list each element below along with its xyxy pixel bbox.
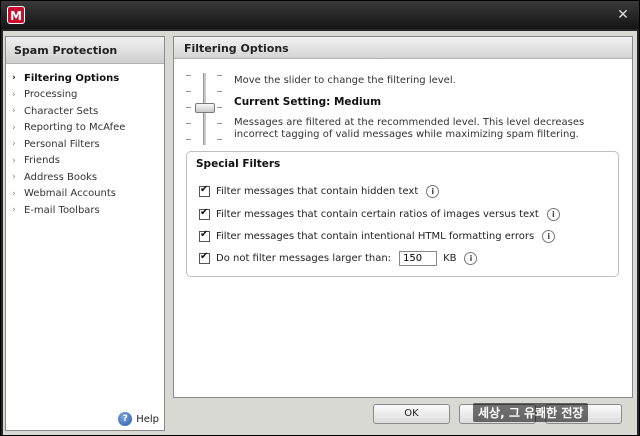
chevron-right-icon: › <box>12 139 16 150</box>
filter-html-errors: Filter messages that contain intentional… <box>199 227 556 245</box>
sidebar-item-label: Personal Filters <box>24 138 100 150</box>
info-icon[interactable]: i <box>546 207 560 221</box>
question-icon: ? <box>118 412 133 426</box>
chevron-right-icon: › <box>12 188 16 199</box>
sidebar-item-filtering-options[interactable]: › Filtering Options <box>6 70 164 87</box>
slider-info: Move the slider to change the filtering … <box>234 75 624 141</box>
size-unit: KB <box>443 252 457 264</box>
title-bar[interactable]: M ✕ <box>1 1 639 29</box>
sidebar-item-label: Filtering Options <box>24 72 120 84</box>
sidebar-item-address-books[interactable]: › Address Books <box>6 169 164 186</box>
filter-label: Filter messages that contain intentional… <box>216 230 535 242</box>
setting-description: Messages are filtered at the recommended… <box>234 117 585 140</box>
sidebar-item-label: Reporting to McAfee <box>24 122 126 134</box>
filter-hidden-text-checkbox[interactable] <box>199 184 210 197</box>
sidebar: Spam Protection › Filtering Options › Proc… <box>5 36 165 431</box>
slider-ticks-right <box>217 73 223 145</box>
message-size-input[interactable] <box>399 250 438 266</box>
sidebar-item-label: Address Books <box>24 171 98 183</box>
info-icon[interactable]: i <box>542 229 556 243</box>
info-icon[interactable]: i <box>464 251 478 265</box>
chevron-right-icon: › <box>12 155 16 166</box>
app-window: M ✕ Spam Protection › Filtering Options ›… <box>0 0 640 436</box>
info-icon[interactable]: i <box>426 184 440 198</box>
sidebar-title: Spam Protection <box>6 37 164 64</box>
sidebar-item-webmail-accounts[interactable]: › Webmail Accounts <box>6 186 164 203</box>
help-label: Help <box>136 413 159 425</box>
chevron-right-icon: › <box>12 172 16 183</box>
sidebar-nav: › Filtering Options › Processing › Characte… <box>6 64 164 219</box>
filter-message-size-checkbox[interactable] <box>199 251 210 264</box>
filter-message-size: Do not filter messages larger than: KB i <box>199 249 478 267</box>
sidebar-item-label: Character Sets <box>24 105 99 117</box>
slider-thumb[interactable] <box>195 103 215 113</box>
chevron-right-icon: › <box>12 106 16 117</box>
chevron-right-icon: › <box>12 89 16 100</box>
content-frame: Spam Protection › Filtering Options › Proc… <box>3 31 637 435</box>
main-panel: Filtering Options Move the slider to cha… <box>173 36 633 398</box>
chevron-right-icon: › <box>12 122 16 133</box>
slider-ticks-left <box>186 73 192 145</box>
sidebar-item-label: Processing <box>24 89 78 101</box>
sidebar-item-friends[interactable]: › Friends <box>6 153 164 170</box>
sidebar-item-personal-filters[interactable]: › Personal Filters <box>6 136 164 153</box>
sidebar-item-character-sets[interactable]: › Character Sets <box>6 103 164 120</box>
sidebar-item-label: E-mail Toolbars <box>24 204 100 216</box>
filter-label: Filter messages that contain certain rat… <box>216 208 539 220</box>
filter-html-errors-checkbox[interactable] <box>199 229 210 242</box>
filter-label: Do not filter messages larger than: <box>216 252 392 264</box>
panel-title: Filtering Options <box>174 37 632 59</box>
slider-instruction: Move the slider to change the filtering … <box>234 75 456 86</box>
current-setting: Current Setting: Medium <box>234 96 382 108</box>
filtering-level-slider[interactable] <box>186 73 226 145</box>
sidebar-item-reporting[interactable]: › Reporting to McAfee <box>6 120 164 137</box>
help-link[interactable]: ? Help <box>118 412 159 426</box>
sidebar-item-label: Friends <box>24 155 60 167</box>
sidebar-item-email-toolbars[interactable]: › E-mail Toolbars <box>6 202 164 219</box>
watermark-text: 세상, 그 유쾌한 전장 <box>473 403 589 422</box>
special-filters-title: Special Filters <box>196 158 281 170</box>
mcafee-logo-icon: M <box>7 6 25 24</box>
filter-hidden-text: Filter messages that contain hidden text… <box>199 182 440 200</box>
close-button[interactable]: ✕ <box>615 7 631 23</box>
sidebar-item-processing[interactable]: › Processing <box>6 87 164 104</box>
chevron-right-icon: › <box>12 73 16 84</box>
special-filters-group: Special Filters Filter messages that con… <box>186 151 619 277</box>
sidebar-item-label: Webmail Accounts <box>24 188 116 200</box>
ok-button[interactable]: OK <box>373 404 450 424</box>
filter-image-ratio-checkbox[interactable] <box>199 207 210 220</box>
chevron-right-icon: › <box>12 205 16 216</box>
filter-image-ratio: Filter messages that contain certain rat… <box>199 205 560 223</box>
filter-label: Filter messages that contain hidden text <box>216 185 419 197</box>
